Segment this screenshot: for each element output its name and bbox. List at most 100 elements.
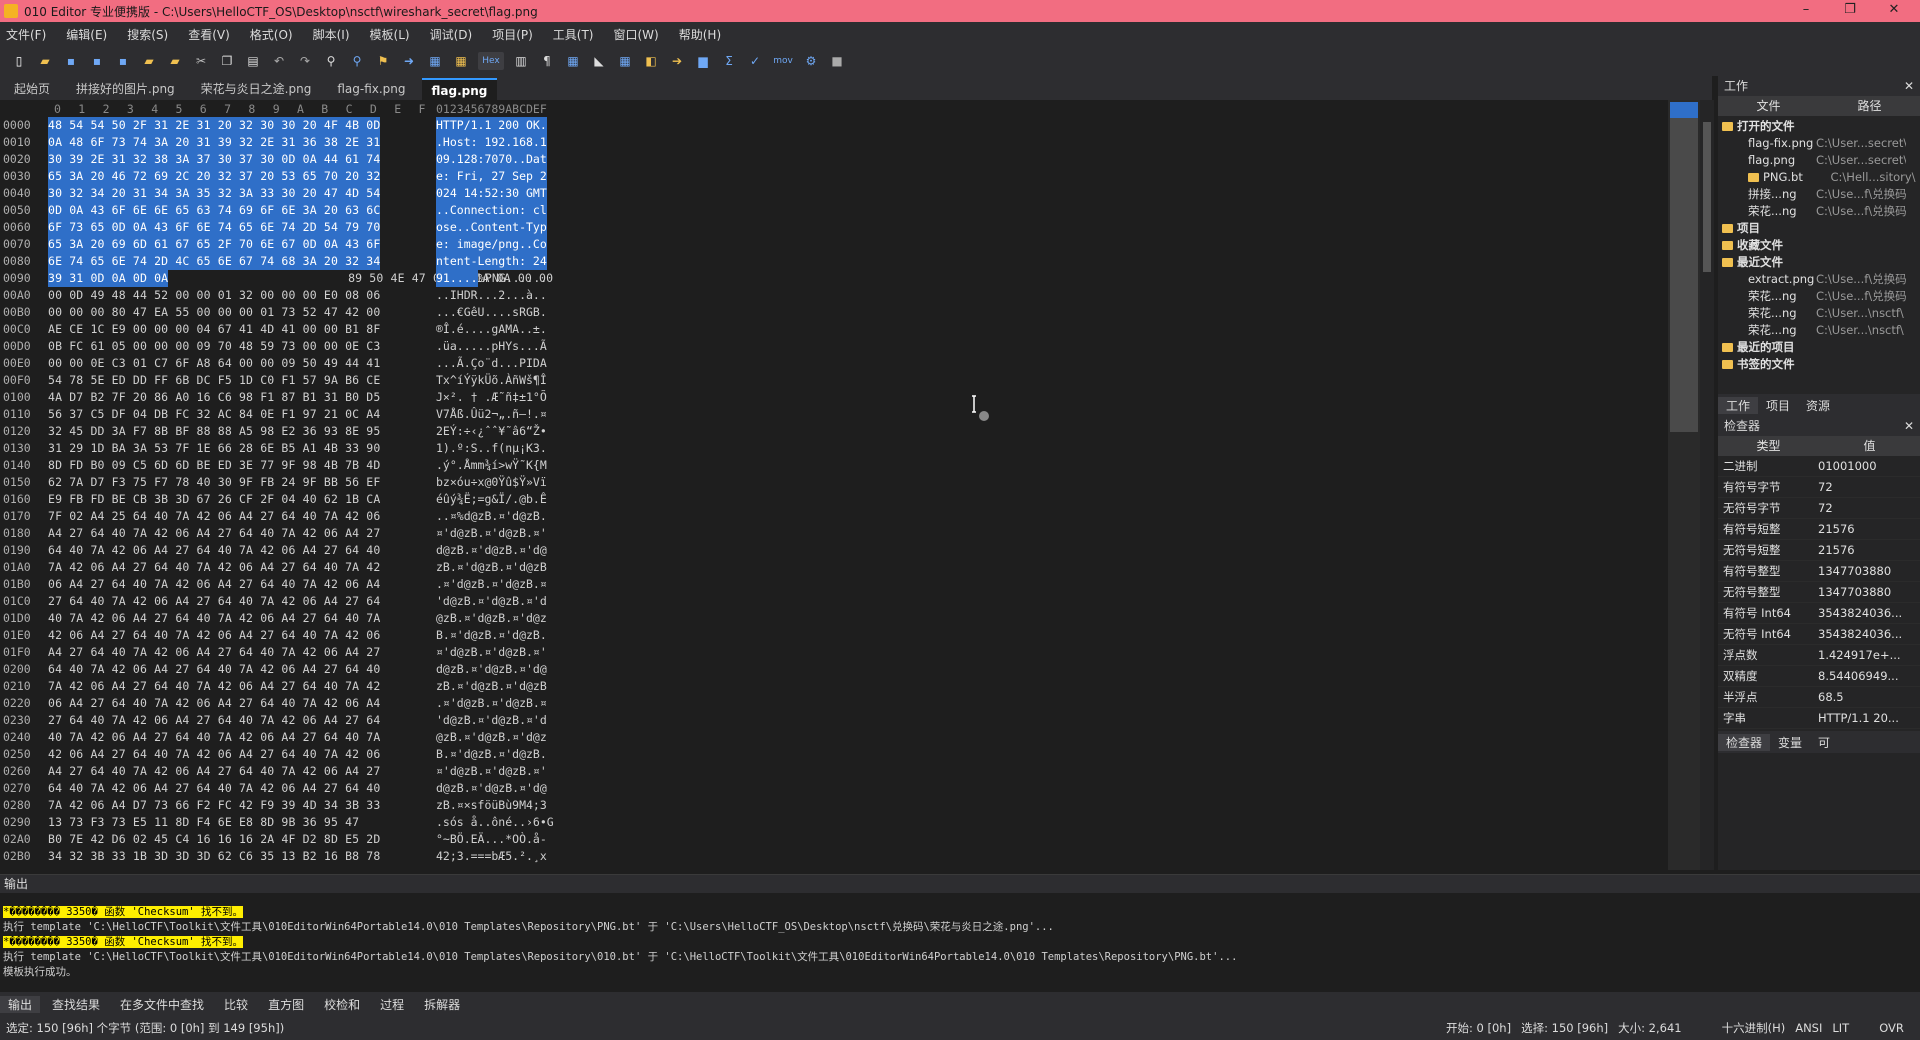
value-column-header[interactable]: 值 bbox=[1819, 436, 1920, 456]
hex-bytes[interactable]: 42 06 A4 27 64 40 7A 42 06 A4 27 64 40 7… bbox=[48, 746, 380, 763]
hex-minimap[interactable] bbox=[1668, 100, 1700, 870]
menu-item-6[interactable]: 模板(L) bbox=[370, 26, 410, 43]
hex-mode-button[interactable]: Hex bbox=[478, 52, 504, 70]
hex-bytes[interactable]: 64 40 7A 42 06 A4 27 64 40 7A 42 06 A4 2… bbox=[48, 542, 380, 559]
ascii-text[interactable]: .¤'d@zB.¤'d@zB.¤ bbox=[436, 576, 547, 593]
bottom-tab-6[interactable]: 过程 bbox=[372, 996, 412, 1013]
hex-bytes[interactable]: 06 A4 27 64 40 7A 42 06 A4 27 64 40 7A 4… bbox=[48, 695, 380, 712]
ascii-text[interactable]: ..IHDR...2...à.. bbox=[436, 287, 547, 304]
ascii-text[interactable]: °~BÖ.EÄ...*OÒ.å- bbox=[436, 831, 547, 848]
ascii-text[interactable]: @zB.¤'d@zB.¤'d@z bbox=[436, 729, 547, 746]
menu-item-7[interactable]: 调试(D) bbox=[430, 26, 473, 43]
menu-item-11[interactable]: 帮助(H) bbox=[679, 26, 721, 43]
ascii-text[interactable]: J×². † .Æ˜ñ‡±1°Õ bbox=[436, 389, 547, 406]
ascii-text[interactable]: .sós å..ôné..›6•G bbox=[436, 814, 554, 831]
select-icon[interactable]: ◣ bbox=[590, 52, 608, 70]
tree-item[interactable]: 打开的文件 bbox=[1718, 118, 1920, 135]
ascii-text[interactable]: zB.¤'d@zB.¤'d@zB bbox=[436, 559, 547, 576]
hex-bytes[interactable]: 64 40 7A 42 06 A4 27 64 40 7A 42 06 A4 2… bbox=[48, 661, 380, 678]
template-icon[interactable]: ▦ bbox=[426, 52, 444, 70]
scrollbar-thumb[interactable] bbox=[1703, 122, 1711, 272]
file-tab-3[interactable]: flag-fix.png bbox=[327, 78, 415, 100]
hex-bytes[interactable]: 00 0D 49 48 44 52 00 00 01 32 00 00 00 E… bbox=[48, 287, 380, 304]
hex-bytes[interactable]: 7A 42 06 A4 D7 73 66 F2 FC 42 F9 39 4D 3… bbox=[48, 797, 380, 814]
hex-bytes[interactable]: AE CE 1C E9 00 00 00 04 67 41 4D 41 00 0… bbox=[48, 321, 380, 338]
menu-item-9[interactable]: 工具(T) bbox=[553, 26, 594, 43]
inspector-row[interactable]: 无符号 Int64 3543824036... bbox=[1718, 624, 1920, 645]
disassembler-button[interactable]: mov bbox=[772, 52, 794, 70]
tree-item[interactable]: 最近文件 bbox=[1718, 254, 1920, 271]
inspector-tab-1[interactable]: 变量 bbox=[1770, 734, 1810, 751]
ascii-text[interactable]: 91.... bbox=[436, 270, 478, 287]
workspace-tab-1[interactable]: 项目 bbox=[1758, 397, 1798, 414]
hex-bytes[interactable]: 8D FD B0 09 C5 6D 6D BE ED 3E 77 9F 98 4… bbox=[48, 457, 380, 474]
ascii-text[interactable]: e: image/png..Co bbox=[436, 236, 547, 253]
menu-item-1[interactable]: 编辑(E) bbox=[66, 26, 107, 43]
menu-item-4[interactable]: 格式(O) bbox=[250, 26, 293, 43]
arrow-icon[interactable]: ➔ bbox=[668, 52, 686, 70]
undo-icon[interactable]: ↶ bbox=[270, 52, 288, 70]
ascii-text[interactable]: 09.128:7070..Dat bbox=[436, 151, 547, 168]
bottom-tab-5[interactable]: 校检和 bbox=[316, 996, 368, 1013]
hex-bytes[interactable]: 6F 73 65 0D 0A 43 6F 6E 74 65 6E 74 2D 5… bbox=[48, 219, 381, 236]
inspector-row[interactable]: 有符号字节 72 bbox=[1718, 477, 1920, 498]
ascii-text[interactable]: 024 14:52:30 GMT bbox=[436, 185, 547, 202]
hex-bytes[interactable]: 06 A4 27 64 40 7A 42 06 A4 27 64 40 7A 4… bbox=[48, 576, 380, 593]
type-column-header[interactable]: 类型 bbox=[1718, 436, 1819, 456]
menu-item-5[interactable]: 脚本(I) bbox=[313, 26, 350, 43]
hex-bytes[interactable]: 0A 48 6F 73 74 3A 20 31 39 32 2E 31 36 3… bbox=[48, 134, 381, 151]
hex-bytes[interactable]: 27 64 40 7A 42 06 A4 27 64 40 7A 42 06 A… bbox=[48, 593, 380, 610]
path-column-header[interactable]: 路径 bbox=[1819, 96, 1920, 116]
hex-bytes[interactable]: 54 78 5E ED DD FF 6B DC F5 1D C0 F1 57 9… bbox=[48, 372, 380, 389]
histogram-icon[interactable]: ▆ bbox=[694, 52, 712, 70]
open-folder-icon[interactable]: ▰ bbox=[140, 52, 158, 70]
tree-item[interactable]: 荣花...ng C:\User...\nsctf\ bbox=[1718, 322, 1920, 339]
hex-bytes[interactable]: 7A 42 06 A4 27 64 40 7A 42 06 A4 27 64 4… bbox=[48, 678, 380, 695]
compare-icon[interactable]: ◧ bbox=[642, 52, 660, 70]
inspector-row[interactable]: 有符号短整 21576 bbox=[1718, 519, 1920, 540]
inspector-row[interactable]: 无符号整型 1347703880 bbox=[1718, 582, 1920, 603]
ascii-text[interactable]: B.¤'d@zB.¤'d@zB. bbox=[436, 627, 547, 644]
replace-icon[interactable]: ⚲ bbox=[348, 52, 366, 70]
hex-bytes[interactable]: 13 73 F3 73 E5 11 8D F4 6E E8 8D 9B 36 9… bbox=[48, 814, 359, 831]
file-tab-0[interactable]: 起始页 bbox=[4, 78, 60, 100]
hex-bytes[interactable]: A4 27 64 40 7A 42 06 A4 27 64 40 7A 42 0… bbox=[48, 644, 380, 661]
inspector-row[interactable]: DOSDATE02/08/2022 bbox=[1718, 729, 1920, 731]
hex-editor[interactable]: 0123456789ABCDEF 0123456789ABCDEF 0000 48… bbox=[0, 100, 1670, 870]
hex-bytes[interactable]: 0D 0A 43 6F 6E 6E 65 63 74 69 6F 6E 3A 2… bbox=[48, 202, 381, 219]
cut-icon[interactable]: ✂ bbox=[192, 52, 210, 70]
inspector-row[interactable]: 无符号短整 21576 bbox=[1718, 540, 1920, 561]
save-as-icon[interactable]: ▪ bbox=[88, 52, 106, 70]
tree-item[interactable]: 收藏文件 bbox=[1718, 237, 1920, 254]
new-file-icon[interactable]: ▯ bbox=[10, 52, 28, 70]
tree-item[interactable]: 荣花...ng C:\Use...f\兑换码\ bbox=[1718, 288, 1920, 305]
status-encoding[interactable]: 十六进制(H) bbox=[1722, 1020, 1786, 1036]
copy-icon[interactable]: ❐ bbox=[218, 52, 236, 70]
hex-bytes[interactable]: 56 37 C5 DF 04 DB FC 32 AC 84 0E F1 97 2… bbox=[48, 406, 380, 423]
tree-item[interactable]: 荣花...ng C:\User...\nsctf\ bbox=[1718, 305, 1920, 322]
hex-bytes[interactable]: 65 3A 20 46 72 69 2C 20 32 37 20 53 65 7… bbox=[48, 168, 381, 185]
bottom-tab-2[interactable]: 在多文件中查找 bbox=[112, 996, 212, 1013]
ascii-text[interactable]: ¤'d@zB.¤'d@zB.¤' bbox=[436, 525, 547, 542]
redo-icon[interactable]: ↷ bbox=[296, 52, 314, 70]
ascii-text[interactable]: ¤'d@zB.¤'d@zB.¤' bbox=[436, 644, 547, 661]
ascii-text[interactable]: .ý°.Åmm¾í>wŸ˜K{M bbox=[436, 457, 547, 474]
ascii-text[interactable]: ¤'d@zB.¤'d@zB.¤' bbox=[436, 763, 547, 780]
script-icon[interactable]: ▦ bbox=[452, 52, 470, 70]
hex-bytes[interactable]: 40 7A 42 06 A4 27 64 40 7A 42 06 A4 27 6… bbox=[48, 610, 380, 627]
bottom-tab-1[interactable]: 查找结果 bbox=[44, 996, 108, 1013]
ascii-text[interactable]: 1).º:S..f(nµ¡K3. bbox=[436, 440, 547, 457]
tree-item[interactable]: flag-fix.png C:\User...secret\ bbox=[1718, 135, 1920, 152]
tree-item[interactable]: extract.png C:\Use...f\兑换码\ bbox=[1718, 271, 1920, 288]
bottom-tab-3[interactable]: 比较 bbox=[216, 996, 256, 1013]
inspector-tab-2[interactable]: 可 bbox=[1810, 734, 1838, 751]
save-icon[interactable]: ▪ bbox=[62, 52, 80, 70]
hex-bytes[interactable]: 48 54 54 50 2F 31 2E 31 20 32 30 30 20 4… bbox=[48, 117, 381, 134]
maximize-button[interactable]: ❐ bbox=[1828, 0, 1872, 22]
check-icon[interactable]: ✓ bbox=[746, 52, 764, 70]
file-tab-2[interactable]: 荣花与炎日之途.png bbox=[191, 78, 322, 100]
open-file-icon[interactable]: ▰ bbox=[36, 52, 54, 70]
ascii-text[interactable]: ..Connection: cl bbox=[436, 202, 547, 219]
status-lit[interactable]: LIT bbox=[1832, 1021, 1849, 1035]
ascii-text[interactable]: 'd@zB.¤'d@zB.¤'d bbox=[436, 712, 547, 729]
